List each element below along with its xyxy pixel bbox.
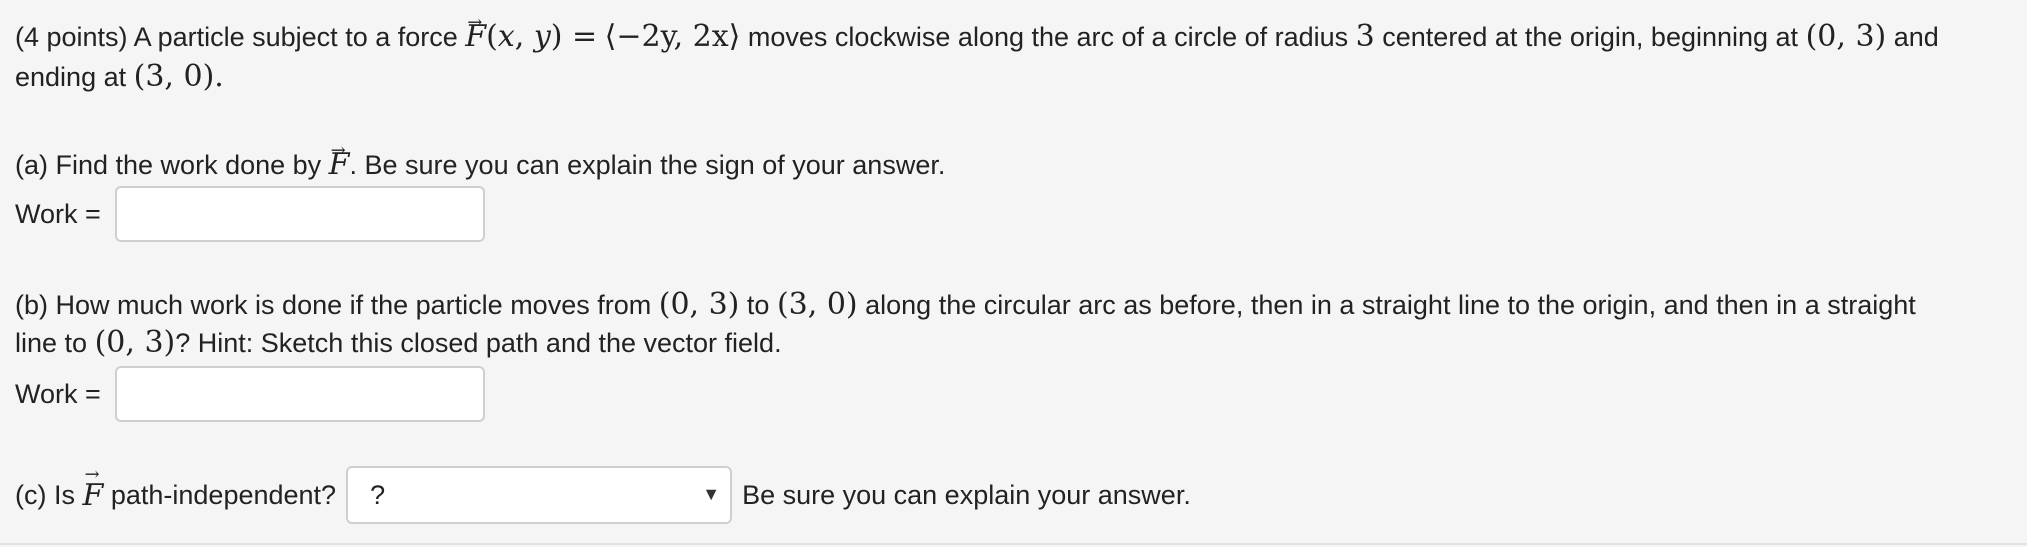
part-b-to: to	[746, 290, 770, 320]
part-b-point-3: (0, 3)	[94, 325, 176, 360]
force-vector: → F	[465, 12, 486, 54]
intro-text-4: and	[1893, 22, 1939, 52]
intro-text-2: moves clockwise along the arc of a circl…	[747, 22, 1349, 52]
part-b-text-2: along the circular arc as before, then i…	[865, 290, 1916, 320]
radius-value: 3	[1355, 19, 1375, 54]
part-c-question: path-independent?	[110, 479, 337, 510]
vector-arrow-icon: →	[467, 12, 483, 33]
part-c-vector: → F	[82, 463, 104, 513]
end-point: (3, 0).	[133, 59, 224, 94]
path-independent-select[interactable]: ? ▼	[346, 466, 733, 524]
part-c-prefix: (c) Is	[15, 479, 75, 510]
vector-arrow-icon: →	[330, 140, 346, 161]
part-a-work-input[interactable]	[114, 186, 485, 242]
part-b-question-line-2: line to (0, 3)? Hint: Sketch this closed…	[15, 326, 782, 360]
part-c-row: (c) Is → F path-independent? ? ▼ Be sure …	[15, 463, 1191, 524]
part-b-answer-row: Work =	[15, 366, 485, 422]
part-a-vector: → F	[329, 140, 350, 182]
part-a-question: (a) Find the work done by → F. Be sure yo…	[15, 140, 946, 182]
intro-text-1: A particle subject to a force	[133, 22, 458, 52]
part-a-answer-row: Work =	[15, 186, 485, 242]
part-b-point-2: (3, 0)	[776, 287, 858, 322]
intro-line-2: ending at (3, 0).	[15, 60, 224, 94]
part-a-work-label: Work =	[15, 198, 101, 229]
bottom-divider	[0, 543, 2027, 545]
part-b-text-3: line to	[15, 328, 88, 358]
start-point: (0, 3)	[1805, 19, 1887, 54]
part-a-prefix: (a) Find the work done by	[15, 150, 322, 180]
part-b-text-1: (b) How much work is done if the particl…	[15, 290, 652, 320]
part-c-suffix: Be sure you can explain your answer.	[742, 479, 1191, 510]
intro-text-3: centered at the origin, beginning at	[1382, 22, 1799, 52]
force-lhs: (x, y) =	[486, 19, 598, 54]
vector-arrow-icon: →	[84, 463, 100, 485]
caret-down-icon: ▼	[702, 484, 721, 504]
part-a-suffix: . Be sure you can explain the sign of yo…	[349, 150, 946, 180]
part-b-work-input[interactable]	[114, 366, 485, 422]
part-b-question-line-1: (b) How much work is done if the particl…	[15, 288, 1916, 322]
select-value: ?	[370, 479, 386, 510]
points-label: (4 points)	[15, 22, 128, 52]
intro-text-5: ending at	[15, 62, 127, 92]
force-rhs: ⟨−2y, 2x⟩	[604, 19, 741, 54]
part-b-point-1: (0, 3)	[658, 287, 740, 322]
part-b-text-4: ? Hint: Sketch this closed path and the …	[175, 328, 782, 358]
intro-line-1: (4 points) A particle subject to a force…	[15, 12, 1939, 54]
part-b-work-label: Work =	[15, 378, 101, 409]
